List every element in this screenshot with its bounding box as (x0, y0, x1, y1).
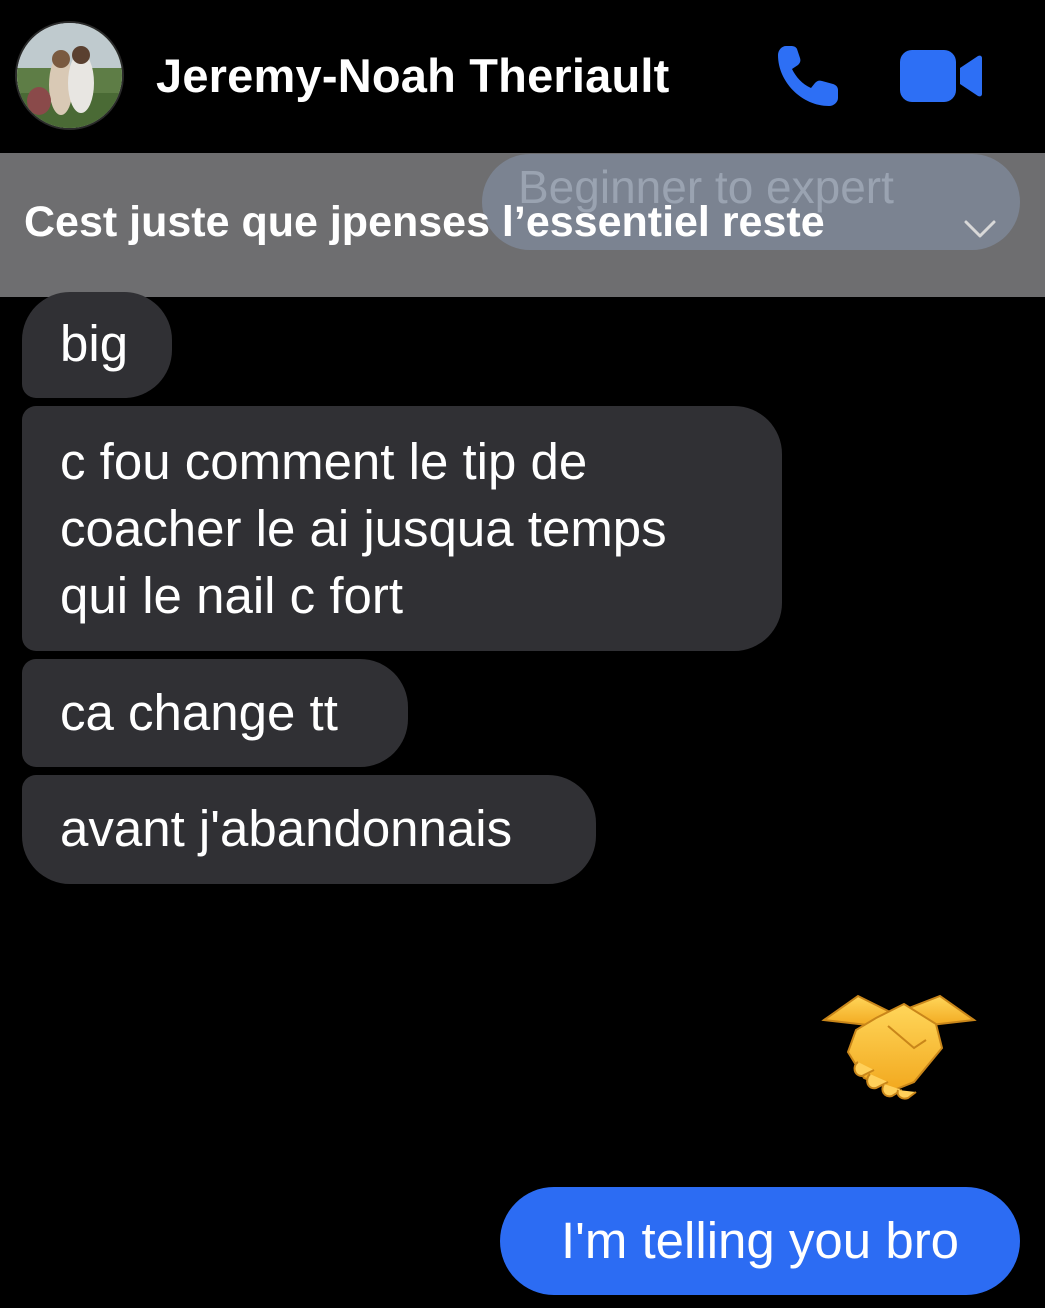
handshake-emoji-message[interactable] (818, 990, 980, 1102)
avatar-photo (17, 23, 122, 128)
incoming-message[interactable]: c fou comment le tip de coacher le ai ju… (22, 406, 782, 651)
chevron-down-icon (964, 220, 996, 238)
phone-icon (778, 46, 838, 106)
outgoing-message[interactable]: I'm telling you bro (500, 1187, 1020, 1295)
message-line: big (60, 315, 129, 372)
handshake-emoji (821, 994, 977, 1100)
pinned-message-text[interactable]: Cest juste que jpenses l’essentiel reste (24, 198, 825, 247)
message-line: coacher le ai jusqua temps (60, 500, 667, 557)
incoming-message[interactable]: avant j'abandonnais (22, 775, 596, 884)
call-button[interactable] (772, 40, 844, 112)
message-line: ca change tt (60, 684, 338, 741)
message-line: qui le nail c fort (60, 567, 404, 624)
expand-banner-button[interactable] (960, 208, 1000, 248)
contact-name[interactable]: Jeremy-Noah Theriault (156, 48, 670, 103)
video-call-button[interactable] (898, 48, 984, 104)
video-camera-icon (900, 50, 982, 102)
avatar[interactable] (15, 21, 124, 130)
conversation-header: Jeremy-Noah Theriault (0, 0, 1045, 153)
incoming-message[interactable]: big (22, 292, 172, 398)
messenger-conversation-screen: Jeremy-Noah Theriault Beginner to expert… (0, 0, 1045, 1308)
message-line: avant j'abandonnais (60, 800, 513, 857)
message-line: c fou comment le tip de (60, 433, 588, 490)
incoming-message[interactable]: ca change tt (22, 659, 408, 767)
